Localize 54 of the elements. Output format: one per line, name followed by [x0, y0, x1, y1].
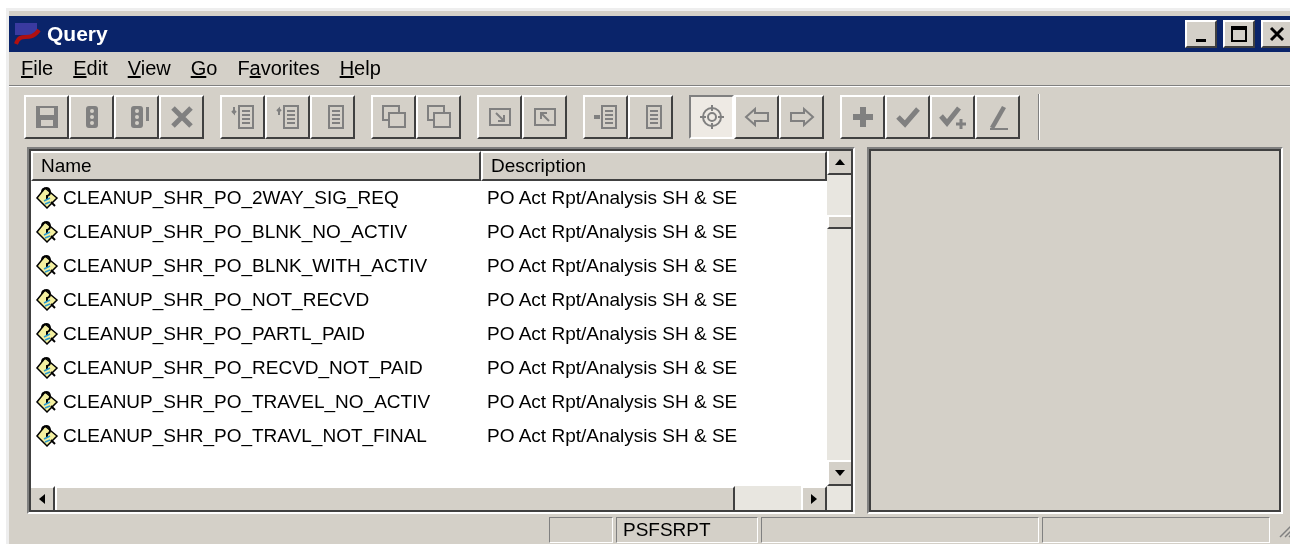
query-icon	[35, 186, 59, 210]
list-icon	[591, 103, 620, 131]
query-icon	[35, 356, 59, 380]
menu-item[interactable]: Go	[184, 57, 224, 80]
menu-item[interactable]: Favorites	[231, 57, 326, 80]
app-logo-icon	[13, 20, 43, 48]
table-cell-text: PO Act Rpt/Analysis SH & SE	[486, 289, 738, 311]
menu-item[interactable]: Help	[333, 57, 387, 80]
table-cell-text: PO Act Rpt/Analysis SH & SE	[486, 425, 738, 447]
close-button[interactable]	[1261, 20, 1290, 48]
maximize-icon	[1230, 25, 1248, 43]
status-pane: PSFSRPT	[616, 517, 758, 543]
scroll-thumb[interactable]	[827, 215, 853, 229]
minimize-button[interactable]	[1185, 20, 1217, 48]
scroll-right-button[interactable]	[801, 486, 827, 512]
scroll-down-button[interactable]	[827, 460, 853, 486]
query-icon	[35, 322, 59, 346]
vertical-scrollbar[interactable]	[827, 149, 853, 486]
table-cell-text: CLEANUP_SHR_PO_TRAVL_NOT_FINAL	[63, 425, 428, 447]
query-icon	[35, 424, 59, 448]
query-icon	[35, 220, 59, 244]
table-cell-text: CLEANUP_SHR_PO_2WAY_SIG_REQ	[63, 187, 400, 209]
status-pane	[549, 517, 613, 543]
scroll-left-button[interactable]	[29, 486, 55, 512]
query-icon	[35, 390, 59, 414]
table-cell-text: PO Act Rpt/Analysis SH & SE	[486, 357, 738, 379]
table-cell-text: CLEANUP_SHR_PO_NOT_RECVD	[63, 289, 371, 311]
table-cell-text: CLEANUP_SHR_PO_BLNK_NO_ACTIV	[63, 221, 409, 243]
windows-icon	[424, 103, 453, 131]
minimize-icon	[1196, 38, 1206, 42]
table-cell-text: CLEANUP_SHR_PO_TRAVEL_NO_ACTIV	[63, 391, 432, 413]
column-header[interactable]: Description	[481, 151, 827, 181]
close-icon	[1268, 25, 1286, 43]
table-cell-text: PO Act Rpt/Analysis SH & SE	[486, 187, 738, 209]
table-cell-text: PO Act Rpt/Analysis SH & SE	[486, 391, 738, 413]
table-cell-text: CLEANUP_SHR_PO_PARTL_PAID	[63, 323, 366, 345]
menu-item[interactable]: View	[121, 57, 177, 80]
query-icon	[35, 254, 59, 278]
menu-item[interactable]: Edit	[67, 57, 114, 80]
table-cell-text: PO Act Rpt/Analysis SH & SE	[486, 323, 738, 345]
table-cell-text: CLEANUP_SHR_PO_RECVD_NOT_PAID	[63, 357, 424, 379]
menu-item[interactable]: File	[15, 57, 60, 80]
horizontal-scrollbar[interactable]	[29, 486, 853, 512]
column-header[interactable]: Name	[31, 151, 481, 181]
list-icon	[228, 103, 257, 131]
query-icon	[35, 288, 59, 312]
table-cell-text: PO Act Rpt/Analysis SH & SE	[486, 255, 738, 277]
table-cell-text: PO Act Rpt/Analysis SH & SE	[486, 221, 738, 243]
scroll-thumb[interactable]	[55, 486, 735, 512]
windows-icon	[379, 103, 408, 131]
maximize-button[interactable]	[1223, 20, 1255, 48]
scroll-up-button[interactable]	[827, 149, 853, 175]
window-title: Query	[47, 22, 109, 46]
table-cell-text: CLEANUP_SHR_PO_BLNK_WITH_ACTIV	[63, 255, 429, 277]
